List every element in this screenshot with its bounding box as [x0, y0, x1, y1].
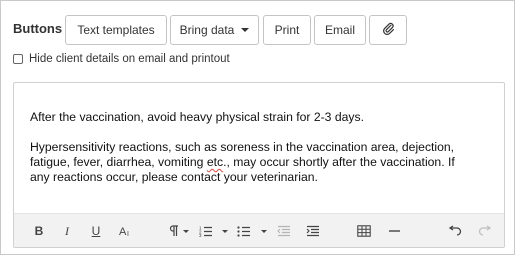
underline-button[interactable]: U: [89, 222, 103, 240]
editor-content[interactable]: After the vaccination, avoid heavy physi…: [30, 110, 492, 200]
underline-label: U: [91, 224, 101, 238]
email-label: Email: [324, 23, 355, 37]
chevron-down-icon: [261, 229, 267, 233]
italic-button[interactable]: I: [61, 222, 73, 240]
bring-data-dropdown[interactable]: Bring data: [170, 15, 259, 45]
outdent-button[interactable]: [277, 222, 291, 240]
svg-text:I: I: [127, 231, 129, 237]
paragraph-2-line-1: Hypersensitivity reactions, such as sore…: [30, 140, 455, 154]
bulleted-list-icon: [237, 225, 251, 237]
numbered-list-icon: 123: [199, 225, 213, 237]
svg-text:A: A: [119, 226, 127, 237]
email-button[interactable]: Email: [314, 15, 366, 45]
svg-text:3: 3: [199, 233, 202, 237]
bring-data-label: Bring data: [179, 23, 235, 37]
hide-details-label[interactable]: Hide client details on email and printou…: [29, 53, 230, 65]
chevron-down-icon: [183, 229, 189, 233]
editor-toolbar: B I U AI 123: [14, 213, 504, 247]
undo-icon: [448, 225, 462, 237]
chevron-down-icon: [241, 28, 250, 32]
hide-details-row: Hide client details on email and printou…: [13, 53, 230, 65]
paragraph-icon: [169, 225, 179, 237]
paragraph-style-dropdown[interactable]: [168, 222, 190, 240]
bold-button[interactable]: B: [32, 222, 46, 240]
attach-button[interactable]: [369, 15, 407, 45]
horizontal-line-button[interactable]: [388, 222, 400, 240]
rich-text-editor[interactable]: After the vaccination, avoid heavy physi…: [13, 82, 505, 248]
print-label: Print: [274, 23, 300, 37]
paperclip-icon: [382, 22, 395, 38]
redo-icon: [478, 225, 492, 237]
outdent-icon: [277, 225, 291, 237]
font-size-button[interactable]: AI: [118, 222, 134, 240]
redo-button[interactable]: [478, 222, 492, 240]
print-button[interactable]: Print: [263, 15, 311, 45]
numbered-list-dropdown[interactable]: 123: [198, 222, 228, 240]
paragraph-2-line-2b: ., may occur shortly after the vaccinati…: [223, 155, 455, 169]
italic-label: I: [65, 223, 69, 238]
chevron-down-icon: [221, 229, 228, 233]
spellcheck-word: etc: [206, 155, 224, 169]
bulleted-list-dropdown[interactable]: [236, 222, 268, 240]
paragraph-2: Hypersensitivity reactions, such as sore…: [30, 140, 492, 185]
undo-button[interactable]: [448, 222, 462, 240]
paragraph-2-line-2a: fatigue, fever, diarrhea, vomiting: [30, 155, 207, 169]
bold-label: B: [34, 224, 44, 238]
font-size-icon: AI: [119, 225, 133, 237]
paragraph-2-line-3: any reactions occur, please contact your…: [30, 170, 318, 184]
horizontal-line-icon: [388, 225, 400, 237]
buttons-label: Buttons: [13, 21, 63, 36]
paragraph-1: After the vaccination, avoid heavy physi…: [30, 110, 364, 124]
indent-icon: [306, 225, 320, 237]
panel: Buttons Text templates Bring data Print …: [0, 0, 515, 255]
table-icon: [357, 225, 371, 237]
indent-button[interactable]: [306, 222, 320, 240]
hide-details-checkbox[interactable]: [13, 54, 23, 64]
text-templates-label: Text templates: [77, 23, 155, 37]
insert-table-button[interactable]: [357, 222, 371, 240]
text-templates-button[interactable]: Text templates: [65, 15, 167, 45]
